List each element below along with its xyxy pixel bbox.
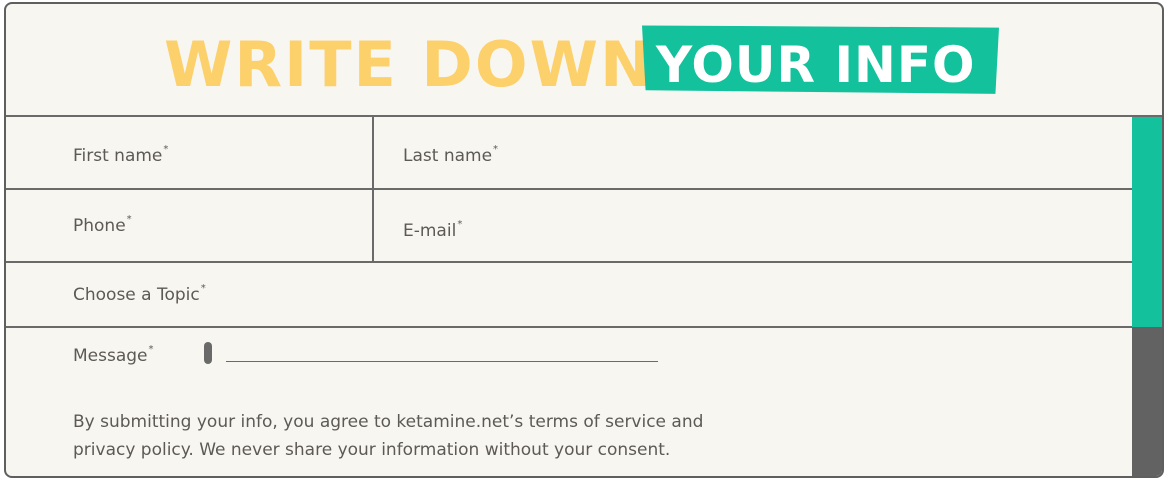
email-field[interactable]: E-mail* [374,190,1132,261]
text-cursor [204,342,212,364]
message-input-underline [226,361,658,362]
consent-text: By submitting your info, you agree to ke… [73,412,704,460]
contact-form-card: WRITE DOWN YOUR INFO First name* Last na… [4,2,1164,478]
message-label: Message* [73,344,154,366]
first-name-label: First name* [73,144,169,166]
last-name-field[interactable]: Last name* [374,117,1132,188]
form-header: WRITE DOWN YOUR INFO [6,4,1162,116]
phone-label: Phone* [73,214,132,236]
message-field[interactable]: Message* [6,328,666,378]
phone-field[interactable]: Phone* [6,190,372,261]
title-write-down: WRITE DOWN [164,28,654,101]
topic-label: Choose a Topic* [73,283,206,305]
scrollbar-thumb[interactable] [1132,117,1162,327]
email-label: E-mail* [403,219,463,241]
topic-select[interactable]: Choose a Topic* [6,263,1132,326]
last-name-label: Last name* [403,144,499,166]
title-your-info: YOUR INFO [656,36,976,94]
first-name-field[interactable]: First name* [6,117,372,188]
